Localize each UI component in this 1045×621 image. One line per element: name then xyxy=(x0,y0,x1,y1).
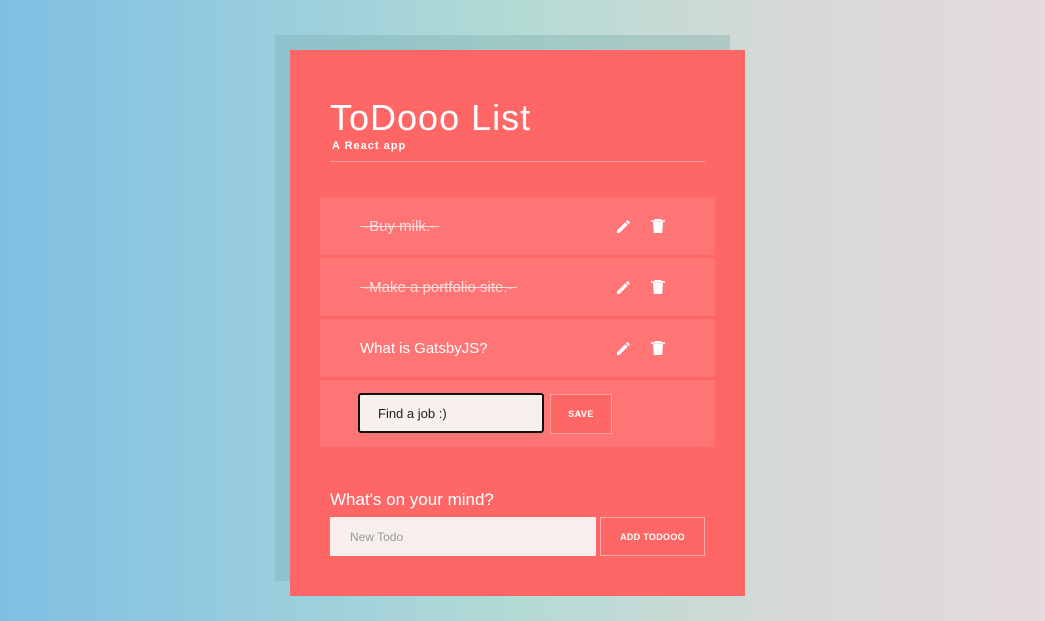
page-subtitle: A React app xyxy=(332,140,407,152)
pencil-icon[interactable] xyxy=(614,216,634,236)
trash-icon[interactable] xyxy=(648,277,668,297)
todo-item: What is GatsbyJS? xyxy=(320,319,715,377)
new-todo-input[interactable] xyxy=(330,517,596,556)
trash-icon[interactable] xyxy=(648,338,668,358)
add-todo-button[interactable]: ADD TODOOO xyxy=(600,517,705,556)
pencil-icon[interactable] xyxy=(614,338,634,358)
todo-text[interactable]: What is GatsbyJS? xyxy=(360,340,488,358)
edit-todo-input[interactable] xyxy=(358,393,544,433)
todo-edit-row: SAVE xyxy=(320,380,715,447)
header-divider xyxy=(330,161,705,162)
todo-text[interactable]: -Buy milk.- xyxy=(360,218,439,236)
todo-item: -Make a portfolio site.- xyxy=(320,258,715,316)
todo-item: -Buy milk.- xyxy=(320,197,715,255)
page-title: ToDooo List xyxy=(330,97,532,138)
trash-icon[interactable] xyxy=(648,216,668,236)
todo-text[interactable]: -Make a portfolio site.- xyxy=(360,279,517,297)
todo-card: ToDooo List A React app -Buy milk.- -Mak… xyxy=(290,50,745,596)
pencil-icon[interactable] xyxy=(614,277,634,297)
todo-list: -Buy milk.- -Make a portfolio site.- Wha… xyxy=(320,197,715,447)
save-button[interactable]: SAVE xyxy=(550,394,612,434)
new-todo-label: What's on your mind? xyxy=(330,490,494,509)
